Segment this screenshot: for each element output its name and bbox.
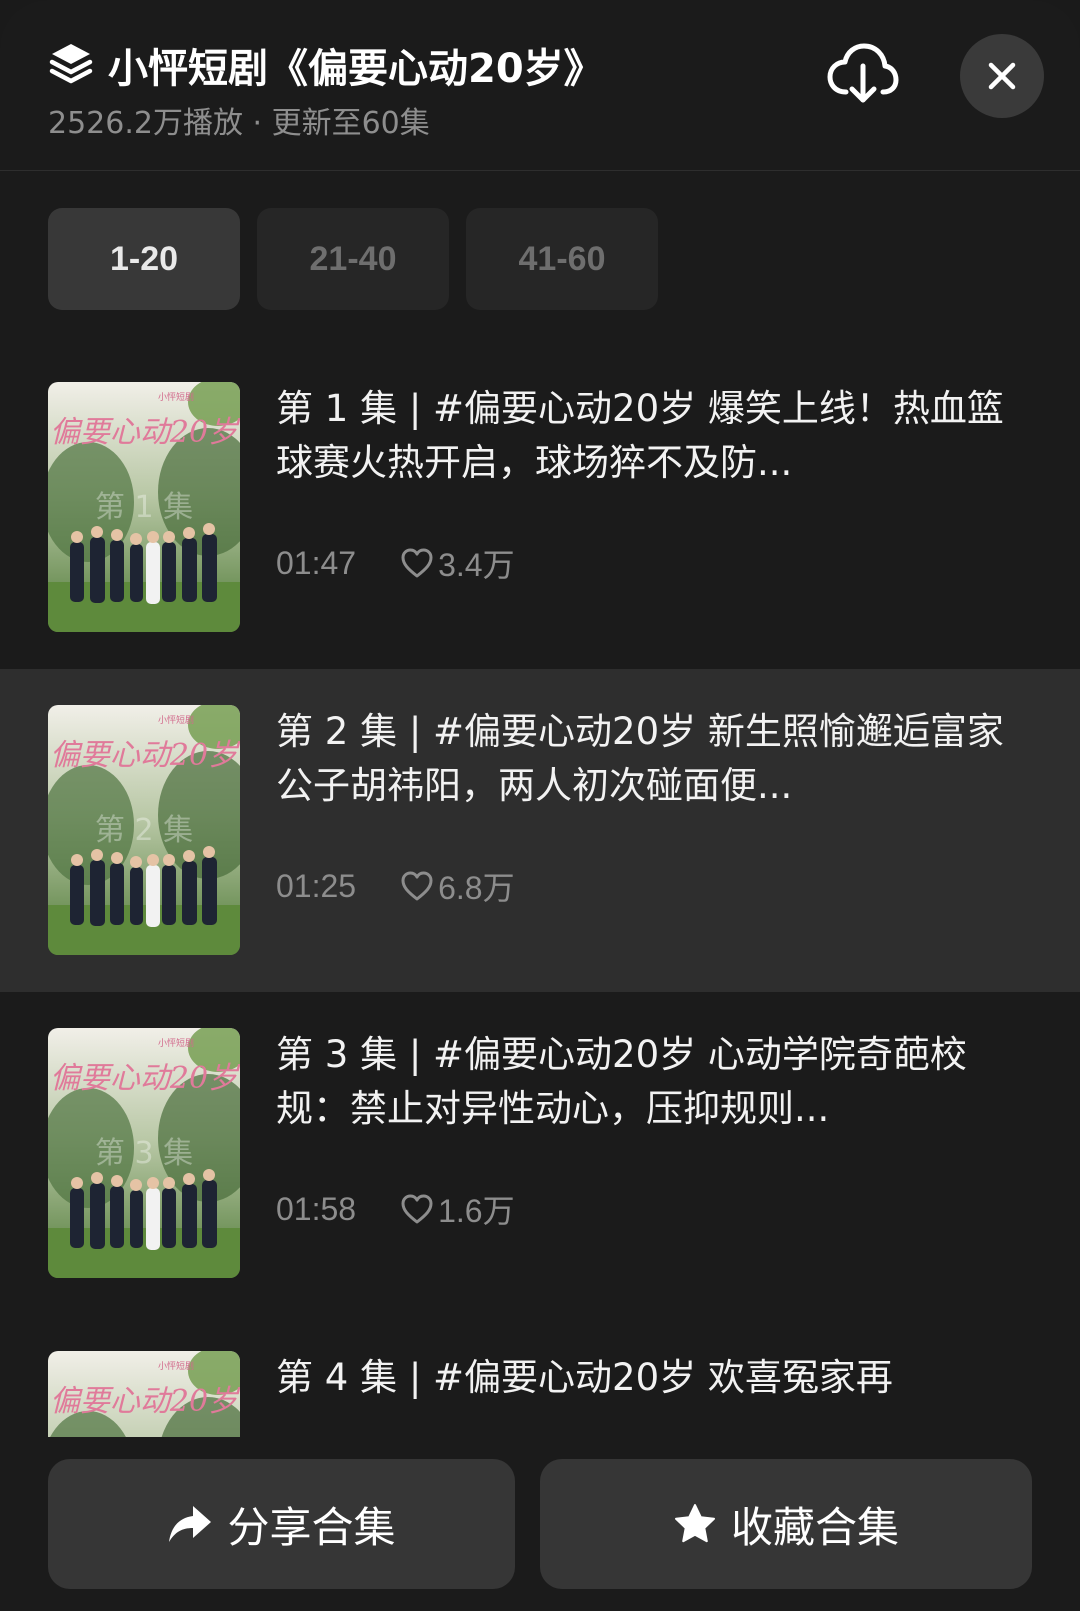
episode-meta: 01:47 3.4万 bbox=[276, 540, 515, 586]
thumbnail-title: 偏要心动20岁 bbox=[50, 1061, 240, 1096]
favorite-collection-button[interactable]: 收藏合集 bbox=[540, 1459, 1032, 1589]
thumbnail-badge: 小怦短剧 bbox=[158, 1037, 194, 1049]
thumbnail-title: 偏要心动20岁 bbox=[50, 415, 240, 450]
episode-item-3[interactable]: 偏要心动20岁 小怦短剧 第 3 集 第 3 集 | #偏要心动20岁 心动学院… bbox=[0, 992, 1080, 1315]
thumbnail-badge: 小怦短剧 bbox=[158, 391, 194, 403]
heart-icon bbox=[401, 548, 433, 578]
layers-icon bbox=[49, 44, 93, 84]
close-icon bbox=[988, 62, 1016, 90]
tab-range-21-40[interactable]: 21-40 bbox=[257, 208, 449, 310]
thumbnail-badge: 小怦短剧 bbox=[158, 1360, 194, 1372]
thumbnail-title: 偏要心动20岁 bbox=[50, 1384, 240, 1419]
thumbnail-badge: 小怦短剧 bbox=[158, 714, 194, 726]
episode-title: 第 1 集 | #偏要心动20岁 爆笑上线！热血篮球赛火热开启，球场猝不及防..… bbox=[276, 387, 1004, 484]
thumbnail-title: 偏要心动20岁 bbox=[50, 738, 240, 773]
thumbnail-episode-label: 第 3 集 bbox=[95, 1136, 193, 1171]
episode-item-1[interactable]: 偏要心动20岁 小怦短剧 第 1 集 第 1 集 | #偏要心动20岁 爆笑上线… bbox=[0, 346, 1080, 669]
thumbnail-episode-label: 第 1 集 bbox=[95, 490, 193, 525]
episode-duration: 01:47 bbox=[276, 544, 357, 581]
thumbnail-episode-label: 第 2 集 bbox=[95, 813, 193, 848]
sheet-header: 小怦短剧《偏要心动20岁》 2526.2万播放 · 更新至60集 bbox=[0, 0, 1080, 171]
episode-thumbnail: 偏要心动20岁 小怦短剧 第 3 集 bbox=[48, 1028, 240, 1278]
episode-title: 第 3 集 | #偏要心动20岁 心动学院奇葩校规：禁止对异性动心，压抑规则..… bbox=[276, 1033, 967, 1130]
tab-range-1-20[interactable]: 1-20 bbox=[48, 208, 240, 310]
episode-likes: 6.8万 bbox=[438, 870, 515, 906]
favorite-collection-label: 收藏合集 bbox=[730, 1502, 899, 1552]
episode-item-2[interactable]: 偏要心动20岁 小怦短剧 第 2 集 第 2 集 | #偏要心动20岁 新生照愉… bbox=[0, 669, 1080, 992]
cloud-download-icon[interactable] bbox=[826, 42, 900, 108]
close-button[interactable] bbox=[960, 34, 1044, 118]
episode-thumbnail: 偏要心动20岁 小怦短剧 第 2 集 bbox=[48, 705, 240, 955]
episode-duration: 01:25 bbox=[276, 867, 357, 904]
episode-thumbnail: 偏要心动20岁 小怦短剧 第 1 集 bbox=[48, 382, 240, 632]
share-collection-button[interactable]: 分享合集 bbox=[48, 1459, 515, 1589]
episode-likes: 3.4万 bbox=[438, 547, 515, 583]
episode-list-sheet: 小怦短剧《偏要心动20岁》 2526.2万播放 · 更新至60集 1-20 21… bbox=[0, 0, 1080, 1611]
share-arrow-icon bbox=[169, 1506, 212, 1542]
episode-meta: 01:58 1.6万 bbox=[276, 1186, 515, 1232]
heart-icon bbox=[401, 871, 433, 901]
episode-meta: 01:25 6.8万 bbox=[276, 863, 515, 909]
episode-duration: 01:58 bbox=[276, 1190, 357, 1227]
bottom-action-bar: 分享合集 收藏合集 bbox=[0, 1437, 1080, 1611]
tab-range-41-60[interactable]: 41-60 bbox=[466, 208, 658, 310]
episode-title: 第 4 集 | #偏要心动20岁 欢喜冤家再 bbox=[276, 1356, 893, 1399]
episode-title: 第 2 集 | #偏要心动20岁 新生照愉邂逅富家公子胡祎阳，两人初次碰面便..… bbox=[276, 710, 1004, 807]
collection-title: 小怦短剧《偏要心动20岁》 bbox=[108, 46, 604, 92]
share-collection-label: 分享合集 bbox=[227, 1502, 396, 1552]
collection-stats: 2526.2万播放 · 更新至60集 bbox=[48, 106, 430, 141]
heart-icon bbox=[401, 1194, 433, 1224]
episode-likes: 1.6万 bbox=[438, 1193, 515, 1229]
star-icon bbox=[674, 1504, 715, 1543]
